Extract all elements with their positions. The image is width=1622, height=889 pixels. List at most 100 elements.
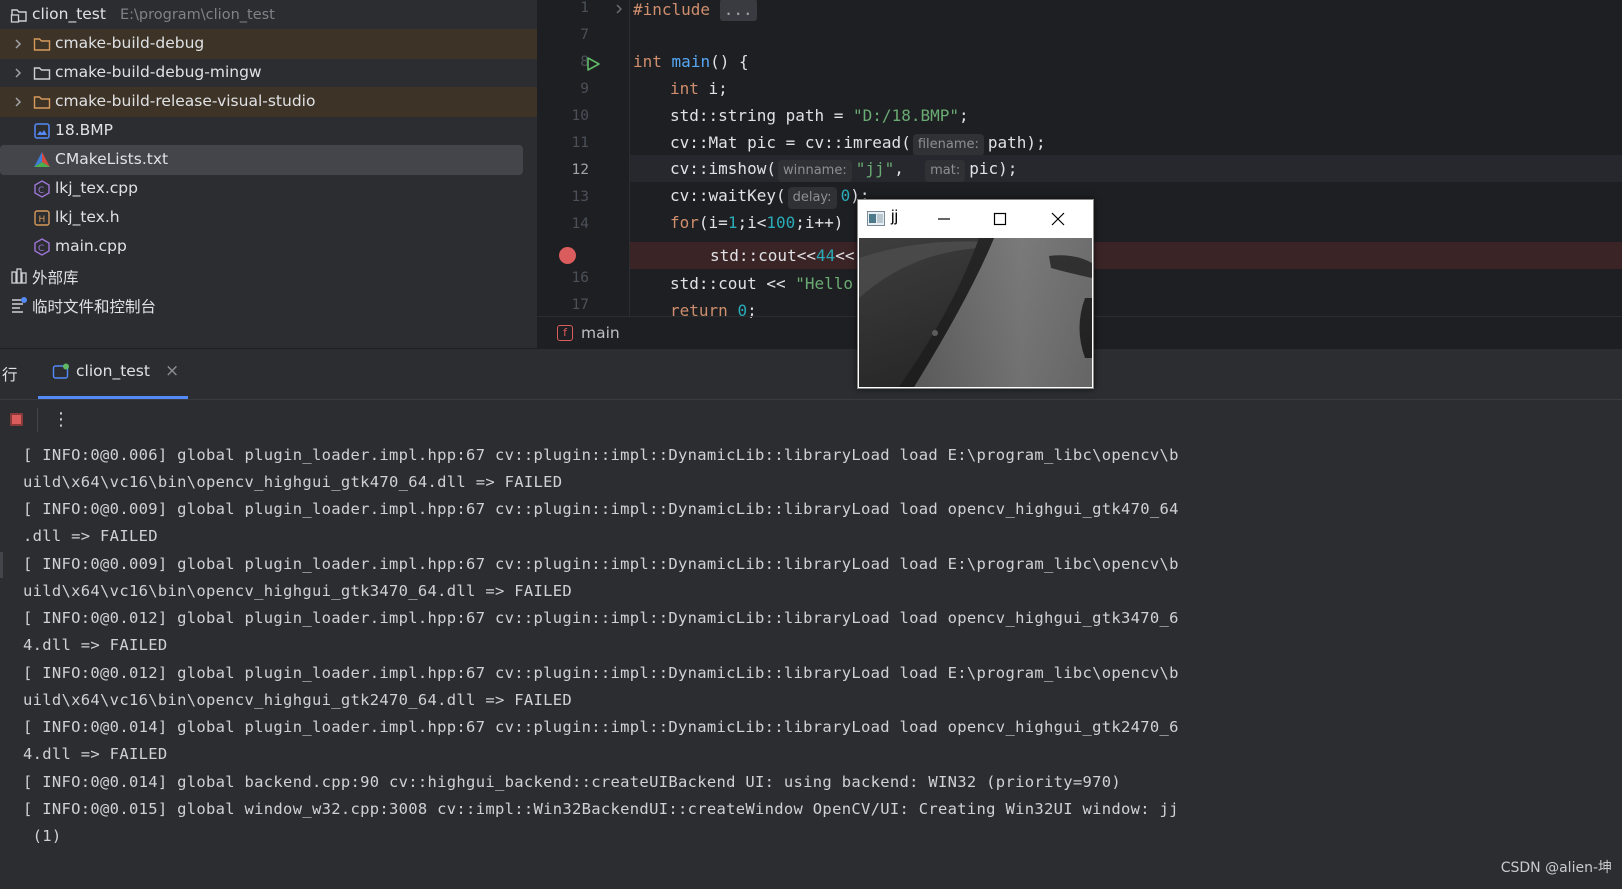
tree-item-external-libs[interactable]: 外部库	[0, 261, 537, 291]
tree-item-cmake-build-release-visual-studio[interactable]: cmake-build-release-visual-studio	[0, 87, 537, 117]
close-icon[interactable]	[1050, 211, 1066, 227]
opencv-window-titlebar[interactable]: jj	[858, 200, 1093, 238]
line-number: 11	[571, 135, 589, 151]
tree-item-cmakelists[interactable]: CMakeLists.txt	[0, 145, 523, 175]
project-folder-icon	[10, 9, 27, 23]
tab-label: clion_test	[76, 362, 150, 380]
tree-item-label: cmake-build-release-visual-studio	[55, 92, 316, 110]
tree-item-label: cmake-build-debug-mingw	[55, 63, 262, 81]
line-number: 1	[580, 0, 589, 16]
line-number: 10	[571, 108, 589, 124]
console-line: uild\x64\vc16\bin\opencv_highgui_gtk3470…	[23, 582, 573, 600]
code-line-1: #include ...	[630, 0, 1622, 23]
project-name: clion_test	[32, 5, 106, 23]
image-file-icon	[34, 123, 50, 139]
console-output[interactable]: [ INFO:0@0.006] global plugin_loader.imp…	[0, 440, 1622, 889]
console-line: [ INFO:0@0.012] global plugin_loader.imp…	[23, 664, 1179, 682]
project-root-row[interactable]: clion_test E:\program\clion_test	[0, 0, 537, 30]
tree-item-label: cmake-build-debug	[55, 34, 205, 52]
line-number: 13	[571, 189, 589, 205]
run-panel-title: 行	[2, 366, 18, 384]
fold-chevron-icon[interactable]	[614, 3, 624, 15]
minimize-icon[interactable]	[936, 211, 952, 227]
tree-item-scratches[interactable]: 临时文件和控制台	[0, 290, 537, 320]
console-line: 4.dll => FAILED	[23, 636, 168, 654]
tree-item-label: lkj_tex.h	[55, 208, 120, 226]
line-number: 14	[571, 216, 589, 232]
console-line: .dll => FAILED	[23, 527, 158, 545]
run-toolbar: ⋮	[0, 399, 1622, 441]
chevron-right-icon[interactable]	[11, 66, 25, 80]
console-line: [ INFO:0@0.015] global window_w32.cpp:30…	[23, 800, 1179, 818]
project-path: E:\program\clion_test	[119, 7, 275, 23]
more-options-icon[interactable]: ⋮	[52, 409, 70, 430]
run-tool-window-header: 行 clion_test ×	[0, 348, 1622, 400]
code-line-10: std::string path = "D:/18.BMP";	[670, 106, 969, 125]
console-line: uild\x64\vc16\bin\opencv_highgui_gtk2470…	[23, 691, 573, 709]
folder-icon	[33, 96, 51, 109]
param-hint: delay:	[787, 187, 837, 209]
stop-icon[interactable]	[10, 413, 23, 426]
code-line-14: for(i=1;i<100;i++)	[670, 213, 844, 232]
console-line: uild\x64\vc16\bin\opencv_highgui_gtk470_…	[23, 473, 563, 491]
svg-text:C: C	[38, 244, 44, 254]
line-number: 17	[571, 297, 589, 313]
console-line: [ INFO:0@0.006] global plugin_loader.imp…	[23, 446, 1179, 464]
folded-includes[interactable]: ...	[719, 0, 757, 21]
tree-item-main-cpp[interactable]: C main.cpp	[0, 232, 537, 262]
console-line: (1)	[23, 827, 62, 845]
code-area[interactable]: #include ... int main() { int i; std::st…	[629, 0, 1622, 320]
displayed-image	[859, 238, 1092, 387]
window-app-icon	[867, 211, 885, 226]
tree-item-label: main.cpp	[55, 237, 127, 255]
run-gutter-icon[interactable]	[585, 56, 601, 72]
cpp-file-icon: C	[34, 180, 50, 198]
tab-close-icon[interactable]: ×	[165, 361, 179, 381]
code-line-11: cv::Mat pic = cv::imread(filename: path);	[630, 129, 1622, 156]
cpp-file-icon: C	[34, 238, 50, 256]
tree-item-label: 外部库	[32, 269, 79, 287]
opencv-window-title: jj	[891, 208, 899, 225]
function-icon: f	[557, 325, 573, 341]
code-line-8: int main() {	[633, 52, 749, 71]
console-line: [ INFO:0@0.014] global backend.cpp:90 cv…	[23, 773, 1122, 791]
line-number: 9	[580, 81, 589, 97]
tree-item-lkj-tex-cpp[interactable]: C lkj_tex.cpp	[0, 174, 537, 204]
maximize-icon[interactable]	[992, 211, 1008, 227]
tab-clion-test[interactable]: clion_test ×	[38, 349, 188, 399]
tree-item-cmake-build-debug-mingw[interactable]: cmake-build-debug-mingw	[0, 58, 537, 88]
toolbar-divider	[37, 408, 38, 432]
param-hint: mat:	[925, 160, 966, 182]
folder-icon	[33, 38, 51, 51]
tree-item-18-bmp[interactable]: 18.BMP	[0, 116, 537, 146]
console-line: 4.dll => FAILED	[23, 745, 168, 763]
tree-item-lkj-tex-h[interactable]: H lkj_tex.h	[0, 203, 537, 233]
chevron-right-icon[interactable]	[11, 95, 25, 109]
breadcrumb-item[interactable]: main	[581, 324, 620, 342]
console-line: [ INFO:0@0.009] global plugin_loader.imp…	[23, 500, 1179, 518]
param-hint: filename:	[912, 134, 984, 156]
code-line-13: cv::waitKey(delay: 0);	[630, 182, 1622, 209]
header-file-icon: H	[34, 210, 50, 226]
console-line: [ INFO:0@0.009] global plugin_loader.imp…	[23, 555, 1179, 573]
folder-icon	[33, 67, 51, 80]
opencv-image-window[interactable]: jj	[857, 199, 1094, 389]
tree-item-cmake-build-debug[interactable]: cmake-build-debug	[0, 29, 537, 59]
watermark: CSDN @alien-坤	[1500, 860, 1612, 876]
grayscale-photo	[859, 238, 1092, 387]
editor-gutter[interactable]: 1 7 8 9 10 11 12 13 14 16 17	[537, 0, 629, 316]
library-icon	[11, 268, 27, 284]
tree-item-label: CMakeLists.txt	[55, 150, 169, 168]
line-number: 7	[580, 27, 589, 43]
svg-text:C: C	[38, 186, 44, 196]
chevron-right-icon[interactable]	[11, 37, 25, 51]
console-line: [ INFO:0@0.012] global plugin_loader.imp…	[23, 609, 1179, 627]
code-line-12: cv::imshow(winname: "jj", mat: pic);	[630, 155, 1622, 182]
scratches-console-icon	[12, 297, 27, 313]
line-number-current: 12	[571, 162, 589, 178]
tree-item-label: 18.BMP	[55, 121, 114, 139]
project-tree-panel: clion_test E:\program\clion_test cmake-bu…	[0, 0, 537, 348]
tree-item-label: 临时文件和控制台	[32, 298, 157, 316]
param-hint: winname:	[777, 160, 852, 182]
breakpoint-icon[interactable]	[559, 247, 576, 264]
